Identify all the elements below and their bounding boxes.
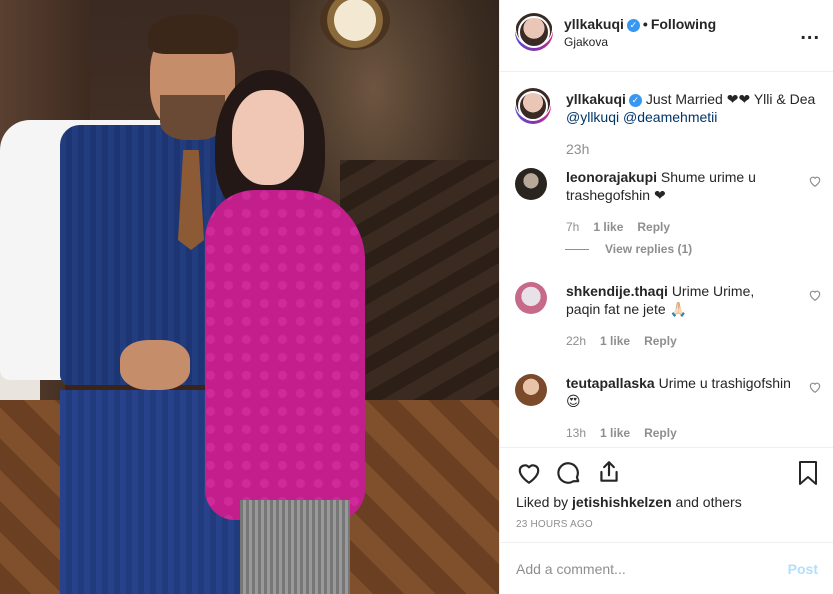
comment-text: teutapallaska Urime u trashigofshin 😍 (566, 374, 791, 410)
location-link[interactable]: Gjakova (564, 35, 608, 49)
post-photo[interactable] (0, 0, 499, 594)
view-replies-label: View replies (1) (605, 242, 693, 256)
commenter-avatar[interactable] (515, 168, 547, 200)
commenter-avatar[interactable] (515, 374, 547, 406)
separator-dot: • (642, 16, 648, 32)
comment-text: shkendije.thaqi Urime Urime, paqin fat n… (566, 282, 791, 318)
caption-body: Just Married ❤❤ Ylli & Dea (645, 91, 816, 107)
share-icon[interactable] (596, 459, 622, 485)
commenter-avatar[interactable] (515, 282, 547, 314)
caption-username[interactable]: yllkakuqi (566, 91, 626, 107)
like-comment-heart-icon[interactable] (808, 174, 822, 188)
heart-icon[interactable] (516, 460, 542, 486)
comments-list[interactable]: yllkakuqi ✓ Just Married ❤❤ Ylli & Dea @y… (500, 72, 833, 447)
more-options-icon[interactable]: ... (800, 22, 820, 45)
photo-woman-face (232, 90, 304, 185)
like-comment-heart-icon[interactable] (808, 288, 822, 302)
verified-icon: ✓ (628, 94, 642, 107)
photo-woman-legs (240, 500, 350, 594)
mention-link[interactable]: @deamehmetii (623, 109, 717, 125)
comment-input[interactable] (516, 558, 766, 580)
comment-time[interactable]: 22h (566, 334, 586, 348)
like-comment-heart-icon[interactable] (808, 380, 822, 394)
comment-icon[interactable] (556, 460, 582, 486)
post-timestamp[interactable]: 23 HOURS AGO (516, 519, 593, 530)
comment-likes[interactable]: 1 like (600, 426, 630, 440)
comment-meta: 22h 1 like Reply (566, 334, 691, 348)
mention-link[interactable]: @yllkuqi (566, 109, 619, 125)
author-username[interactable]: yllkakuqi (564, 16, 624, 32)
photo-woman-dress (205, 190, 365, 520)
author-avatar[interactable] (515, 13, 553, 51)
liked-by-user[interactable]: jetishishkelzen (572, 494, 672, 510)
comment-text: leonorajakupi Shume urime u trashegofshi… (566, 168, 791, 204)
commenter-username[interactable]: teutapallaska (566, 375, 655, 391)
post-actions: Liked by jetishishkelzen and others 23 H… (500, 447, 833, 542)
comment-meta: 13h 1 like Reply (566, 426, 691, 440)
liked-by-prefix: Liked by (516, 494, 569, 510)
reply-button[interactable]: Reply (644, 426, 677, 440)
post-header: yllkakuqi ✓ • Following Gjakova ... (500, 0, 833, 72)
commenter-username[interactable]: leonorajakupi (566, 169, 657, 185)
comment-time[interactable]: 13h (566, 426, 586, 440)
caption-avatar[interactable] (515, 88, 551, 124)
liked-by: Liked by jetishishkelzen and others (516, 494, 742, 510)
comment-meta: 7h 1 like Reply (566, 220, 684, 234)
add-comment-bar: Post (500, 542, 833, 594)
photo-man-hand (120, 340, 190, 390)
bookmark-icon[interactable] (796, 460, 820, 486)
comment-likes[interactable]: 1 like (593, 220, 623, 234)
author-line: yllkakuqi ✓ • Following (564, 16, 716, 32)
view-replies-button[interactable]: View replies (1) (566, 242, 692, 256)
commenter-username[interactable]: shkendije.thaqi (566, 283, 668, 299)
liked-by-suffix[interactable]: and others (676, 494, 742, 510)
comment-time[interactable]: 7h (566, 220, 579, 234)
following-button[interactable]: Following (651, 16, 716, 32)
photo-man-hair (148, 14, 238, 54)
caption-time[interactable]: 23h (566, 141, 589, 157)
post-sidebar: yllkakuqi ✓ • Following Gjakova ... yllkaku… (499, 0, 833, 594)
post-button[interactable]: Post (788, 561, 818, 577)
reply-button[interactable]: Reply (644, 334, 677, 348)
caption-text: yllkakuqi ✓ Just Married ❤❤ Ylli & Dea @y… (566, 90, 816, 126)
comment-likes[interactable]: 1 like (600, 334, 630, 348)
verified-icon: ✓ (626, 19, 640, 32)
reply-button[interactable]: Reply (637, 220, 670, 234)
